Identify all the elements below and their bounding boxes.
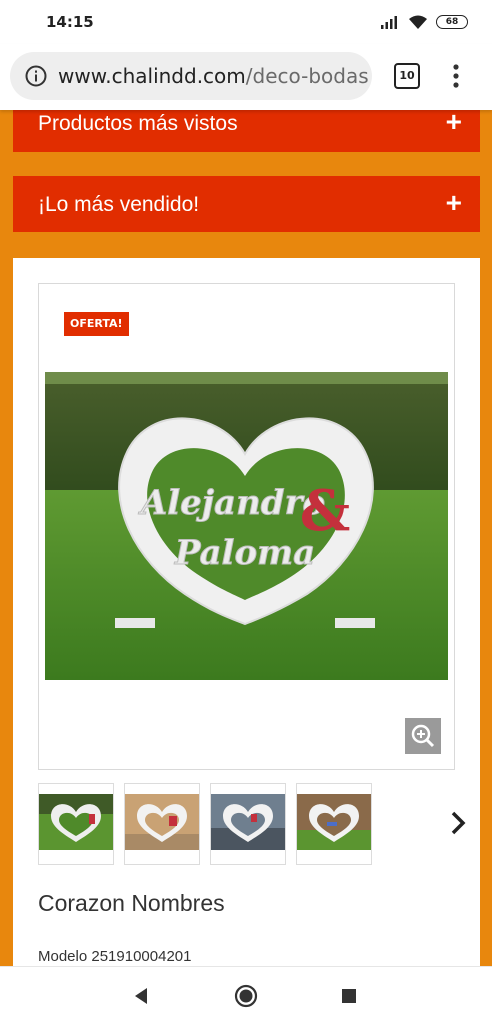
product-panel: OFERTA! Alejandro & Paloma Corazon Nombr… — [13, 258, 480, 966]
offer-badge: OFERTA! — [64, 312, 129, 336]
page-content: Productos más vistos + ¡Lo más vendido! … — [0, 110, 492, 966]
product-model: Modelo 251910004201 — [38, 948, 192, 965]
wifi-icon — [409, 15, 427, 29]
accordion-label: Productos más vistos — [38, 112, 238, 135]
info-icon[interactable] — [25, 65, 47, 87]
thumbnail-1[interactable] — [38, 783, 114, 865]
product-image-frame: OFERTA! Alejandro & Paloma — [38, 283, 455, 770]
signal-icon — [381, 16, 397, 29]
image-name2: Paloma — [174, 533, 315, 573]
browser-toolbar: www.chalindd.com/deco-bodas/ 10 — [0, 44, 492, 110]
url-domain: www.chalindd.com — [58, 64, 246, 88]
status-time: 14:15 — [46, 13, 94, 31]
thumbnail-3[interactable] — [210, 783, 286, 865]
thumbnail-2[interactable] — [124, 783, 200, 865]
thumbnail-4[interactable] — [296, 783, 372, 865]
url-text[interactable]: www.chalindd.com/deco-bodas/ — [58, 64, 368, 88]
system-nav-bar — [0, 966, 492, 1025]
product-name: Corazon Nombres — [38, 890, 225, 916]
recents-icon[interactable] — [340, 987, 358, 1005]
thumbnail-strip — [38, 783, 478, 867]
plus-icon[interactable]: + — [446, 110, 462, 138]
image-name1: Alejandro — [138, 483, 325, 523]
address-bar[interactable]: www.chalindd.com/deco-bodas/ — [10, 52, 372, 100]
accordion-lo-mas-vendido[interactable]: ¡Lo más vendido! + — [13, 176, 480, 232]
chevron-right-icon[interactable] — [448, 809, 468, 837]
status-bar: 14:15 68 — [0, 0, 492, 44]
home-icon[interactable] — [234, 984, 258, 1008]
product-image[interactable]: Alejandro & Paloma — [45, 372, 448, 680]
more-vert-icon[interactable] — [446, 62, 466, 90]
accordion-label: ¡Lo más vendido! — [38, 193, 200, 216]
url-path: /deco-bodas/ — [245, 64, 368, 88]
battery-icon: 68 — [436, 15, 468, 29]
zoom-in-icon — [411, 724, 435, 748]
tab-switcher-button[interactable]: 10 — [394, 63, 420, 89]
status-icons: 68 — [380, 12, 468, 32]
plus-icon[interactable]: + — [446, 187, 462, 219]
zoom-button[interactable] — [405, 718, 441, 754]
accordion-productos-mas-vistos[interactable]: Productos más vistos + — [13, 110, 480, 152]
back-icon[interactable] — [131, 986, 151, 1006]
